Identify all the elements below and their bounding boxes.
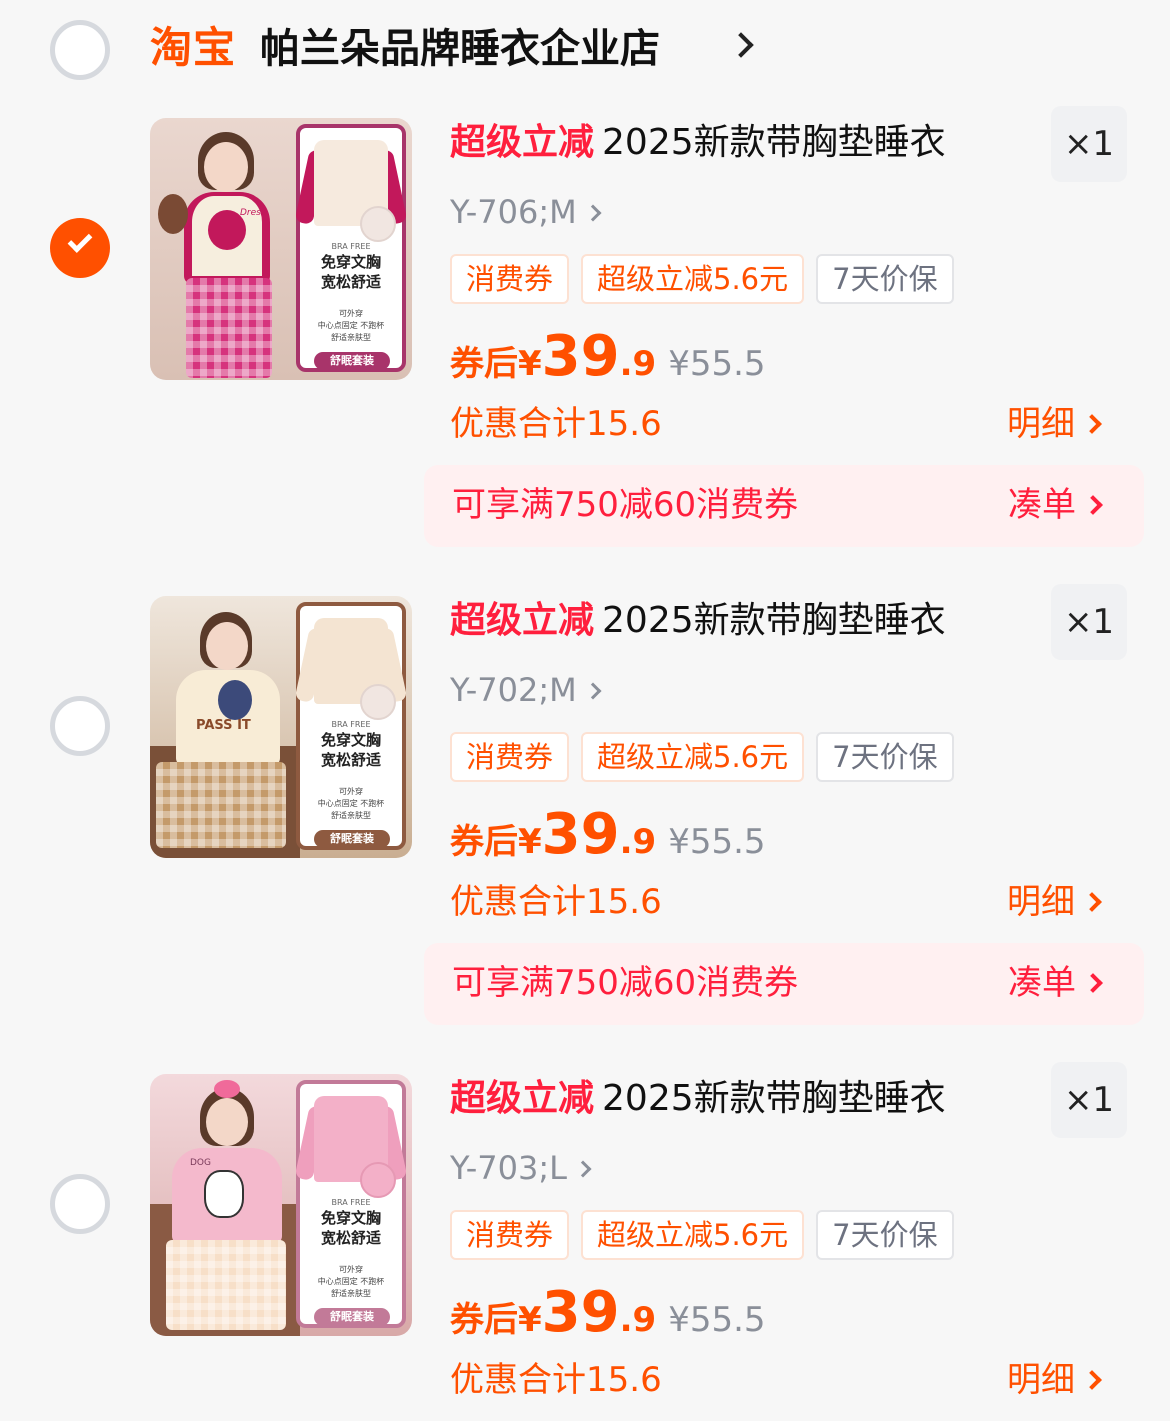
item-select-checkbox[interactable] [50, 696, 110, 756]
chevron-right-icon [574, 1160, 592, 1178]
price-row: 券后¥39.9 ¥55.5 [450, 1280, 766, 1345]
taobao-logo: 淘宝 [150, 23, 237, 72]
item-select-checkbox[interactable] [50, 1174, 110, 1234]
sku-selector[interactable]: Y-703;L [450, 1148, 592, 1188]
coupon-banner[interactable]: 可享满750减60消费券 凑单 [424, 943, 1144, 1025]
chevron-right-icon [1082, 892, 1102, 912]
price-protect-tag: 7天价保 [816, 1210, 954, 1260]
chevron-right-icon [1082, 1370, 1102, 1390]
chevron-right-icon [584, 204, 602, 222]
product-thumbnail[interactable]: Dress BRA FREE 免穿文胸 宽松舒适 可外穿 中心点固定 不跑杯 舒… [150, 118, 412, 380]
product-photo: DOG [150, 1074, 300, 1336]
sku-selector[interactable]: Y-706;M [450, 192, 602, 232]
product-thumbnail[interactable]: PASS IT BRA FREE 免穿文胸 宽松舒适 可外穿 中心点固定 不跑杯… [150, 596, 412, 858]
product-thumbnail[interactable]: DOG BRA FREE 免穿文胸 宽松舒适 可外穿 中心点固定 不跑杯 舒适亲… [150, 1074, 412, 1336]
coupon-text: 可享满750减60消费券 [452, 963, 799, 1003]
product-photo: Dress [150, 118, 300, 380]
detail-link[interactable]: 明细 [1007, 1358, 1102, 1402]
add-more-button[interactable]: 凑单 [1008, 483, 1103, 527]
sku-selector[interactable]: Y-702;M [450, 670, 602, 710]
chevron-right-icon [1082, 414, 1102, 434]
item-select-checkbox[interactable] [50, 218, 110, 278]
product-info-panel: BRA FREE 免穿文胸 宽松舒适 可外穿 中心点固定 不跑杯 舒适亲肤型 舒… [294, 124, 408, 372]
product-title[interactable]: 超级立减 2025新款带胸垫睡衣 [450, 598, 946, 644]
store-header: 淘宝 帕兰朵品牌睡衣企业店 [0, 0, 1170, 104]
discount-total: 优惠合计15.6 [450, 404, 662, 444]
discount-tag: 超级立减5.6元 [581, 1210, 805, 1260]
quantity-button[interactable]: ×1 [1051, 1062, 1127, 1138]
product-info-panel: BRA FREE 免穿文胸 宽松舒适 可外穿 中心点固定 不跑杯 舒适亲肤型 舒… [294, 1080, 408, 1328]
detail-link[interactable]: 明细 [1007, 880, 1102, 924]
chevron-right-icon [1083, 973, 1103, 993]
coupon-tag: 消费券 [450, 254, 570, 304]
chevron-right-icon [1083, 495, 1103, 515]
cart-item: Dress BRA FREE 免穿文胸 宽松舒适 可外穿 中心点固定 不跑杯 舒… [0, 104, 1170, 552]
promo-label: 超级立减 [450, 1078, 595, 1119]
checkmark-icon [67, 228, 93, 253]
chevron-right-icon [584, 682, 602, 700]
chevron-right-icon[interactable] [728, 32, 754, 58]
original-price: ¥55.5 [668, 822, 766, 862]
promo-label: 超级立减 [450, 122, 595, 163]
promo-label: 超级立减 [450, 600, 595, 641]
product-title[interactable]: 超级立减 2025新款带胸垫睡衣 [450, 120, 946, 166]
coupon-banner[interactable]: 可享满750减60消费券 凑单 [424, 465, 1144, 547]
quantity-button[interactable]: ×1 [1051, 106, 1127, 182]
discount-tag: 超级立减5.6元 [581, 732, 805, 782]
store-select-checkbox[interactable] [50, 20, 110, 80]
discount-tag: 超级立减5.6元 [581, 254, 805, 304]
price-row: 券后¥39.9 ¥55.5 [450, 324, 766, 389]
tag-list: 消费券 超级立减5.6元 7天价保 [450, 254, 954, 304]
coupon-text: 可享满750减60消费券 [452, 485, 799, 525]
price-row: 券后¥39.9 ¥55.5 [450, 802, 766, 867]
cart-item: DOG BRA FREE 免穿文胸 宽松舒适 可外穿 中心点固定 不跑杯 舒适亲… [0, 1060, 1170, 1421]
cart-item: PASS IT BRA FREE 免穿文胸 宽松舒适 可外穿 中心点固定 不跑杯… [0, 582, 1170, 1030]
tag-list: 消费券 超级立减5.6元 7天价保 [450, 732, 954, 782]
product-photo: PASS IT [150, 596, 300, 858]
price-protect-tag: 7天价保 [816, 732, 954, 782]
tag-list: 消费券 超级立减5.6元 7天价保 [450, 1210, 954, 1260]
discount-total: 优惠合计15.6 [450, 1360, 662, 1400]
add-more-button[interactable]: 凑单 [1008, 961, 1103, 1005]
store-name[interactable]: 帕兰朵品牌睡衣企业店 [260, 24, 660, 74]
original-price: ¥55.5 [668, 344, 766, 384]
discount-total: 优惠合计15.6 [450, 882, 662, 922]
quantity-button[interactable]: ×1 [1051, 584, 1127, 660]
price-protect-tag: 7天价保 [816, 254, 954, 304]
product-info-panel: BRA FREE 免穿文胸 宽松舒适 可外穿 中心点固定 不跑杯 舒适亲肤型 舒… [294, 602, 408, 850]
coupon-tag: 消费券 [450, 1210, 570, 1260]
detail-link[interactable]: 明细 [1007, 402, 1102, 446]
product-title[interactable]: 超级立减 2025新款带胸垫睡衣 [450, 1076, 946, 1122]
coupon-tag: 消费券 [450, 732, 570, 782]
original-price: ¥55.5 [668, 1300, 766, 1340]
